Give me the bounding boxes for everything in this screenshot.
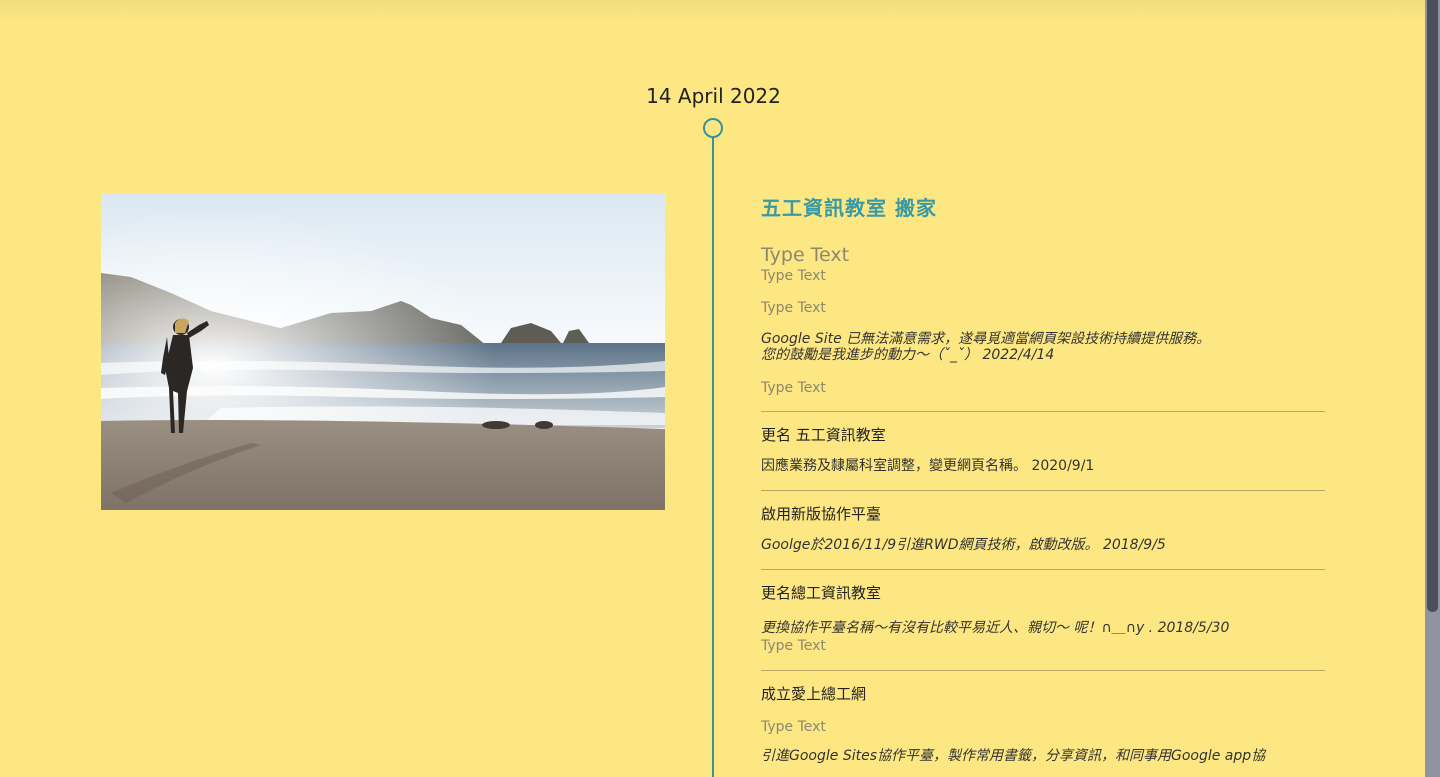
page: 14 April 2022 五工資訊教室 搬家 Type Text Type T… — [0, 0, 1440, 777]
move-note-line2: 您的鼓勵是我進步的動力～（ˇ_ˇ） 2022/4/14 — [761, 347, 1055, 363]
entry-heading: 成立愛上總工網 — [761, 685, 867, 703]
text-placeholder: Type Text — [761, 638, 826, 654]
entry-heading: 更名 五工資訊教室 — [761, 426, 886, 444]
entry-text: 引進Google Sites協作平臺，製作常用書籤，分享資訊，和同事用Googl… — [761, 748, 1266, 764]
text-placeholder: Type Text — [761, 719, 826, 735]
beach-photo — [101, 193, 665, 510]
text-placeholder: Type Text — [761, 380, 826, 396]
scrollbar-thumb[interactable] — [1427, 0, 1438, 612]
header-shadow — [0, 0, 1425, 20]
entry-heading: 啟用新版協作平臺 — [761, 505, 882, 523]
post-content: 五工資訊教室 搬家 Type Text Type Text Type Text … — [761, 192, 1325, 764]
entry-text: Goolge於2016/11/9引進RWD網頁技術，啟動改版。 2018/9/5 — [761, 537, 1166, 553]
entry-text: 因應業務及隸屬科室調整，變更網頁名稱。 2020/9/1 — [761, 458, 1095, 474]
text-placeholder: Type Text — [761, 268, 826, 284]
text-placeholder: Type Text — [761, 300, 826, 316]
move-note-line1: Google Site 已無法滿意需求，遂尋覓適當網頁架設技術持續提供服務。 — [761, 331, 1211, 347]
entry-text: 更換協作平臺名稱～有沒有比較平易近人、親切～ 呢！∩＿∩y . 2018/5/3… — [761, 620, 1230, 636]
timeline-date: 14 April 2022 — [646, 84, 781, 108]
timeline-line — [712, 136, 714, 777]
timeline-marker — [703, 118, 723, 138]
post-title: 五工資訊教室 搬家 — [761, 196, 937, 220]
text-placeholder-large: Type Text — [761, 244, 850, 266]
entry-heading: 更名總工資訊教室 — [761, 584, 882, 602]
